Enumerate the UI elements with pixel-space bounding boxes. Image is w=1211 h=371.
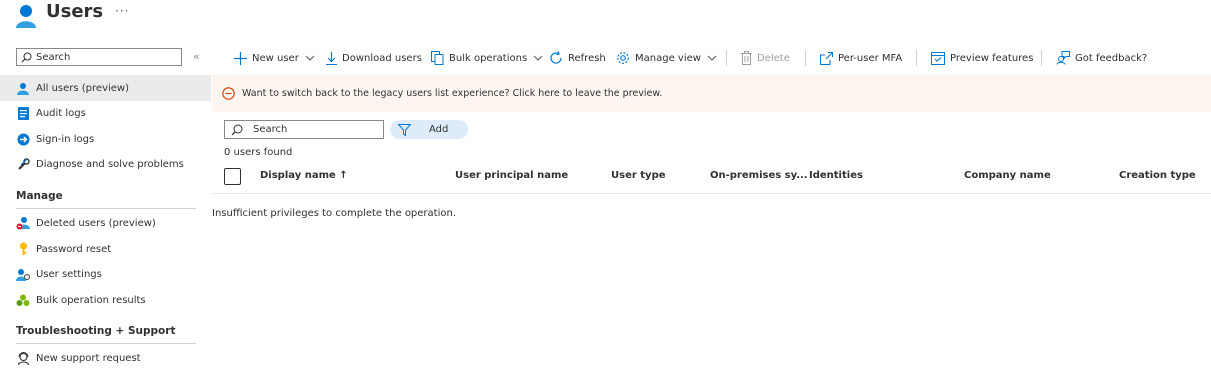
bulk-operations-icon (431, 51, 444, 65)
users-search-input[interactable] (253, 123, 378, 136)
preview-features-button[interactable]: Preview features (931, 50, 1033, 66)
preview-banner[interactable]: Want to switch back to the legacy users … (212, 75, 1211, 112)
chevron-down-icon (533, 55, 543, 61)
column-header-display-name[interactable]: Display name ↑ (260, 170, 348, 181)
collapse-sidebar-button[interactable]: « (193, 50, 200, 63)
sidebar-item-password-reset[interactable]: Password reset (0, 236, 211, 262)
preview-features-label: Preview features (950, 52, 1034, 64)
column-header-user-type[interactable]: User type (611, 170, 666, 181)
column-header-company-name[interactable]: Company name (964, 170, 1051, 181)
manage-view-label: Manage view (635, 52, 701, 64)
support-person-icon (16, 351, 30, 365)
search-icon (231, 124, 243, 136)
got-feedback-button[interactable]: Got feedback? (1056, 50, 1147, 66)
users-found-count: 0 users found (224, 147, 293, 158)
bulk-results-icon (16, 293, 30, 307)
users-search-box[interactable] (224, 120, 384, 139)
delete-button[interactable]: Delete (741, 50, 790, 66)
gear-icon (616, 51, 630, 65)
manage-view-button[interactable]: Manage view (616, 50, 717, 66)
info-warning-icon (222, 87, 235, 100)
sidebar-item-diagnose[interactable]: Diagnose and solve problems (0, 151, 211, 177)
filter-icon (398, 123, 411, 136)
sidebar-item-sign-in-logs[interactable]: Sign-in logs (0, 126, 211, 152)
more-options-button[interactable]: ··· (115, 4, 129, 18)
per-user-mfa-label: Per-user MFA (838, 52, 903, 64)
divider (16, 208, 196, 209)
feedback-icon (1056, 51, 1070, 65)
sidebar-item-deleted-users[interactable]: Deleted users (preview) (0, 210, 211, 236)
sign-in-icon (16, 132, 30, 146)
column-header-identities[interactable]: Identities (809, 170, 863, 181)
add-filter-button[interactable]: Add (390, 120, 468, 139)
add-filter-label: Add (429, 124, 449, 135)
download-users-button[interactable]: Download users (326, 50, 422, 66)
preview-features-icon (931, 51, 945, 65)
column-header-on-premises-sync[interactable]: On-premises sy... (710, 170, 808, 181)
sidebar-item-audit-logs[interactable]: Audit logs (0, 100, 211, 126)
wrench-icon (16, 157, 30, 171)
plus-icon (234, 51, 247, 65)
section-header-manage: Manage (16, 190, 63, 202)
section-header-troubleshooting: Troubleshooting + Support (16, 325, 176, 337)
sidebar-item-label: Sign-in logs (36, 133, 95, 145)
download-users-label: Download users (342, 52, 422, 64)
key-icon (16, 242, 30, 256)
sidebar-item-new-support-request[interactable]: New support request (0, 345, 211, 371)
table-header-divider (212, 193, 1211, 194)
user-settings-icon (16, 267, 30, 281)
audit-log-icon (16, 106, 30, 120)
sidebar-item-label: New support request (36, 352, 141, 364)
sidebar-search-input[interactable] (36, 50, 176, 64)
download-icon (326, 51, 337, 65)
sidebar-item-label: All users (preview) (36, 82, 129, 94)
bulk-operations-label: Bulk operations (449, 52, 528, 64)
per-user-mfa-button[interactable]: Per-user MFA (820, 50, 902, 66)
new-user-button[interactable]: New user (234, 50, 315, 66)
banner-message[interactable]: Want to switch back to the legacy users … (242, 88, 662, 99)
refresh-label: Refresh (568, 52, 606, 64)
sidebar-item-label: Password reset (36, 243, 112, 255)
chevron-down-icon (707, 55, 717, 61)
toolbar-divider (916, 50, 917, 66)
column-header-user-principal-name[interactable]: User principal name (455, 170, 568, 181)
sidebar-item-label: Audit logs (36, 107, 86, 119)
refresh-button[interactable]: Refresh (549, 50, 606, 66)
sidebar-item-user-settings[interactable]: User settings (0, 261, 211, 287)
sidebar-item-label: Bulk operation results (36, 294, 146, 306)
sidebar-item-label: Deleted users (preview) (36, 217, 156, 229)
error-message: Insufficient privileges to complete the … (212, 208, 457, 219)
sidebar-search-box[interactable] (16, 48, 182, 66)
bulk-operations-button[interactable]: Bulk operations (431, 50, 543, 66)
toolbar-divider (726, 50, 727, 66)
select-all-checkbox[interactable] (224, 168, 241, 185)
search-icon (21, 52, 32, 63)
trash-icon (741, 51, 752, 65)
divider (16, 343, 196, 344)
delete-label: Delete (757, 52, 790, 64)
deleted-user-icon (16, 216, 30, 230)
user-icon (16, 81, 30, 95)
users-header-icon (15, 3, 37, 29)
sidebar-item-label: User settings (36, 268, 102, 280)
got-feedback-label: Got feedback? (1075, 52, 1148, 64)
chevron-down-icon (305, 55, 315, 61)
refresh-icon (549, 51, 563, 65)
toolbar-divider (1041, 50, 1042, 66)
toolbar-divider (805, 50, 806, 66)
column-header-creation-type[interactable]: Creation type (1119, 170, 1196, 181)
sidebar-item-all-users[interactable]: All users (preview) (0, 75, 211, 101)
page-title: Users (46, 1, 104, 22)
new-user-label: New user (252, 52, 299, 64)
sidebar-item-label: Diagnose and solve problems (36, 158, 184, 170)
external-link-icon (820, 51, 833, 65)
sidebar-item-bulk-results[interactable]: Bulk operation results (0, 287, 211, 313)
